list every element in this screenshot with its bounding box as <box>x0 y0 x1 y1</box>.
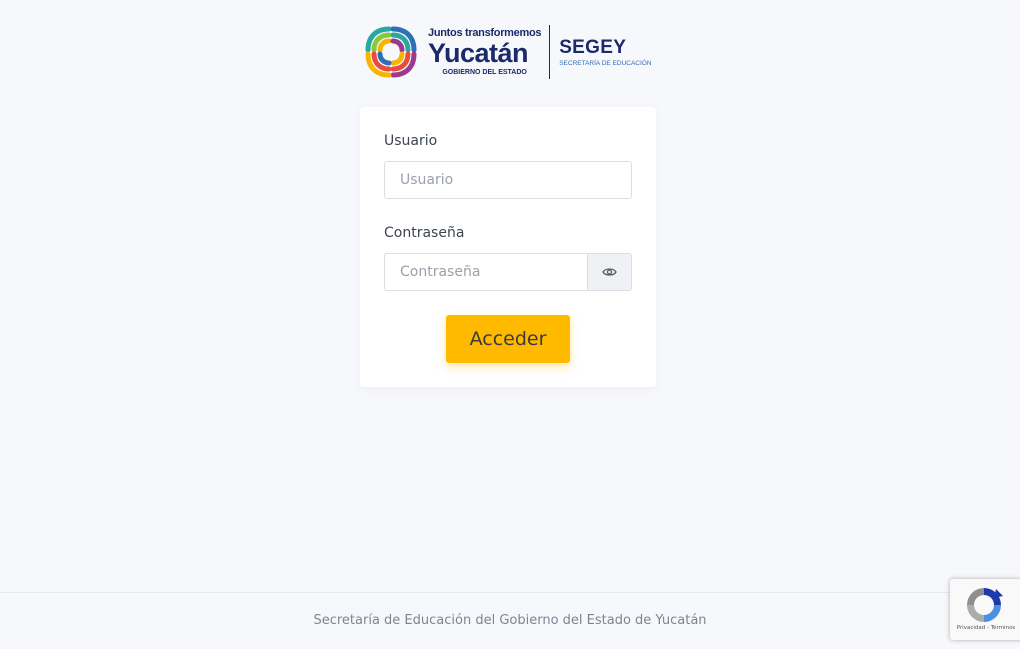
recaptcha-terms-link[interactable]: Términos <box>991 625 1016 631</box>
logo-state-name: Yucatán <box>428 38 529 68</box>
footer-text: Secretaría de Educación del Gobierno del… <box>313 613 707 628</box>
password-input[interactable] <box>384 253 588 291</box>
logo-agency: SEGEY SECRETARÍA DE EDUCACIÓN <box>559 38 651 67</box>
logo-text: Juntos transformemos Yucatán GOBIERNO DE… <box>428 28 542 77</box>
user-label: Usuario <box>384 133 438 149</box>
login-button[interactable]: Acceder <box>446 315 570 363</box>
user-input[interactable] <box>384 161 632 199</box>
eye-icon <box>602 268 617 276</box>
yucatan-logo-icon <box>365 26 417 78</box>
password-group <box>384 253 632 291</box>
logo-divider <box>549 25 551 79</box>
recaptcha-privacy-link[interactable]: Privacidad <box>957 625 986 631</box>
logo-agency-name: SEGEY <box>559 36 627 58</box>
recaptcha-badge[interactable]: Privacidad - Términos <box>950 579 1020 640</box>
password-label: Contraseña <box>384 225 465 241</box>
login-card: Usuario Contraseña Acceder <box>360 107 656 387</box>
recaptcha-links: Privacidad - Términos <box>950 625 1020 631</box>
show-password-button[interactable] <box>588 253 632 291</box>
segey-logo: Juntos transformemos Yucatán GOBIERNO DE… <box>362 22 658 82</box>
recaptcha-icon <box>967 588 1003 622</box>
logo-agency-full: SECRETARÍA DE EDUCACIÓN <box>559 59 652 67</box>
logo-government: GOBIERNO DEL ESTADO <box>442 69 527 76</box>
footer-divider <box>0 592 1020 593</box>
